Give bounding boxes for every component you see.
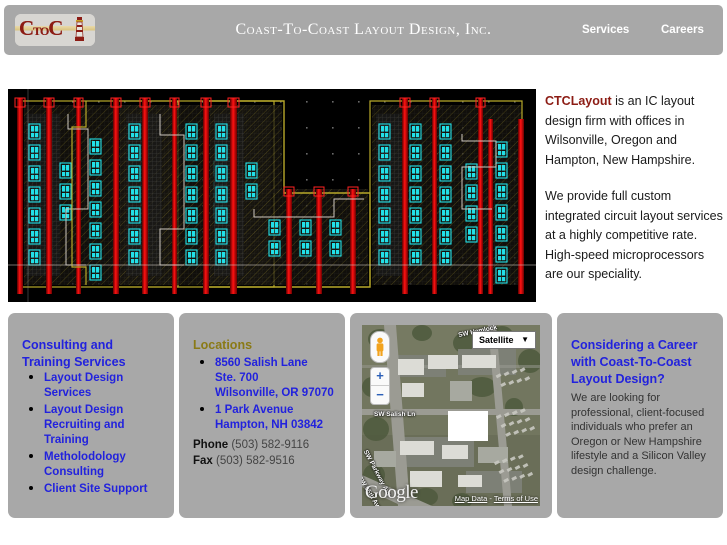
phone-value: (503) 582-9116 — [231, 439, 310, 451]
google-map[interactable]: SW Salish Ln SW Parkway Ave SW 95th Ave … — [362, 325, 540, 506]
brand-name: CTCLayout — [545, 94, 612, 108]
ic-layout-graphic — [8, 89, 536, 302]
phone-label: Phone — [193, 439, 229, 451]
service-link-recruiting-training[interactable]: Layout Design Recruiting and Training — [44, 404, 125, 446]
logo-to: TO — [33, 24, 49, 38]
address-1-line-2[interactable]: Ste. 700 — [215, 371, 339, 386]
consulting-services-list: Layout Design Services Layout Design Rec… — [22, 369, 168, 497]
map-label-sw-salish-ln: SW Salish Ln — [374, 411, 416, 418]
address-2-line-1[interactable]: 1 Park Avenue — [215, 403, 339, 418]
service-link-layout-design-services[interactable]: Layout Design Services — [44, 372, 123, 399]
fax-row: Fax (503) 582-9516 — [193, 453, 309, 469]
zoom-in-button[interactable]: + — [371, 367, 389, 385]
list-item[interactable]: Client Site Support — [44, 480, 168, 497]
panel-consulting-and-training: Consulting and Training Services Layout … — [8, 313, 174, 518]
careers-body-text: We are looking for professional, client-… — [571, 392, 706, 477]
lighthouse-icon — [75, 17, 84, 41]
ic-layout-banner-image — [8, 89, 536, 302]
list-item[interactable]: Metholodology Consulting — [44, 448, 168, 480]
contact-block: Phone (503) 582-9116 Fax (503) 582-9516 — [193, 437, 309, 469]
map-attribution: Map Data - Terms of Use — [455, 494, 538, 503]
map-location-highlight — [448, 411, 488, 441]
chevron-down-icon: ▼ — [521, 335, 529, 344]
nav-link-services[interactable]: Services — [582, 5, 629, 55]
address-1-line-3[interactable]: Wilsonville, OR 97070 — [215, 386, 339, 401]
phone-row: Phone (503) 582-9116 — [193, 437, 309, 453]
hero-paragraph-2: We provide full custom integrated circui… — [545, 189, 723, 281]
panel-map: SW Salish Ln SW Parkway Ave SW 95th Ave … — [350, 313, 552, 518]
logo-right-c: C — [48, 16, 63, 40]
panel-heading-careers[interactable]: Considering a Career with Coast-To-Coast… — [571, 337, 713, 388]
map-type-dropdown[interactable]: Satellite ▼ — [472, 331, 536, 349]
google-watermark: Google — [365, 482, 418, 503]
list-item[interactable]: 1 Park Avenue Hampton, NH 03842 — [215, 401, 339, 433]
locations-list: 8560 Salish Lane Ste. 700 Wilsonville, O… — [193, 354, 339, 433]
list-item[interactable]: Layout Design Services — [44, 369, 168, 401]
street-view-control[interactable] — [370, 331, 390, 363]
panel-heading-consulting: Consulting and Training Services — [22, 338, 126, 369]
pegman-icon[interactable] — [375, 337, 385, 357]
list-item[interactable]: Layout Design Recruiting and Training — [44, 401, 168, 448]
panel-locations: Locations 8560 Salish Lane Ste. 700 Wils… — [179, 313, 345, 518]
map-type-label: Satellite — [479, 335, 514, 345]
nav-link-careers[interactable]: Careers — [661, 5, 704, 55]
map-data-link[interactable]: Map Data — [455, 494, 488, 503]
fax-value: (503) 582-9516 — [216, 455, 295, 467]
logo-left-c: C — [19, 16, 34, 40]
address-1-line-1[interactable]: 8560 Salish Lane — [215, 356, 339, 371]
terms-of-use-link[interactable]: Terms of Use — [494, 494, 538, 503]
map-zoom-control[interactable]: + − — [370, 367, 390, 405]
service-link-client-site-support[interactable]: Client Site Support — [44, 483, 148, 495]
service-link-methodology-consulting[interactable]: Metholodology Consulting — [44, 451, 126, 478]
hero-copy: CTCLayout is an IC layout design firm wi… — [545, 92, 723, 302]
hero-paragraph-1: CTCLayout is an IC layout design firm wi… — [545, 92, 723, 170]
site-header: CTOC Coast-To-Coast Layout Design, Inc. … — [4, 5, 723, 55]
zoom-out-button[interactable]: − — [371, 385, 389, 404]
site-logo[interactable]: CTOC — [15, 14, 95, 46]
logo-wordmark: CTOC — [19, 16, 63, 42]
list-item[interactable]: 8560 Salish Lane Ste. 700 Wilsonville, O… — [215, 354, 339, 401]
address-2-line-2[interactable]: Hampton, NH 03842 — [215, 418, 339, 433]
panel-heading-locations: Locations — [193, 338, 253, 352]
fax-label: Fax — [193, 455, 213, 467]
panel-careers: Considering a Career with Coast-To-Coast… — [557, 313, 723, 518]
